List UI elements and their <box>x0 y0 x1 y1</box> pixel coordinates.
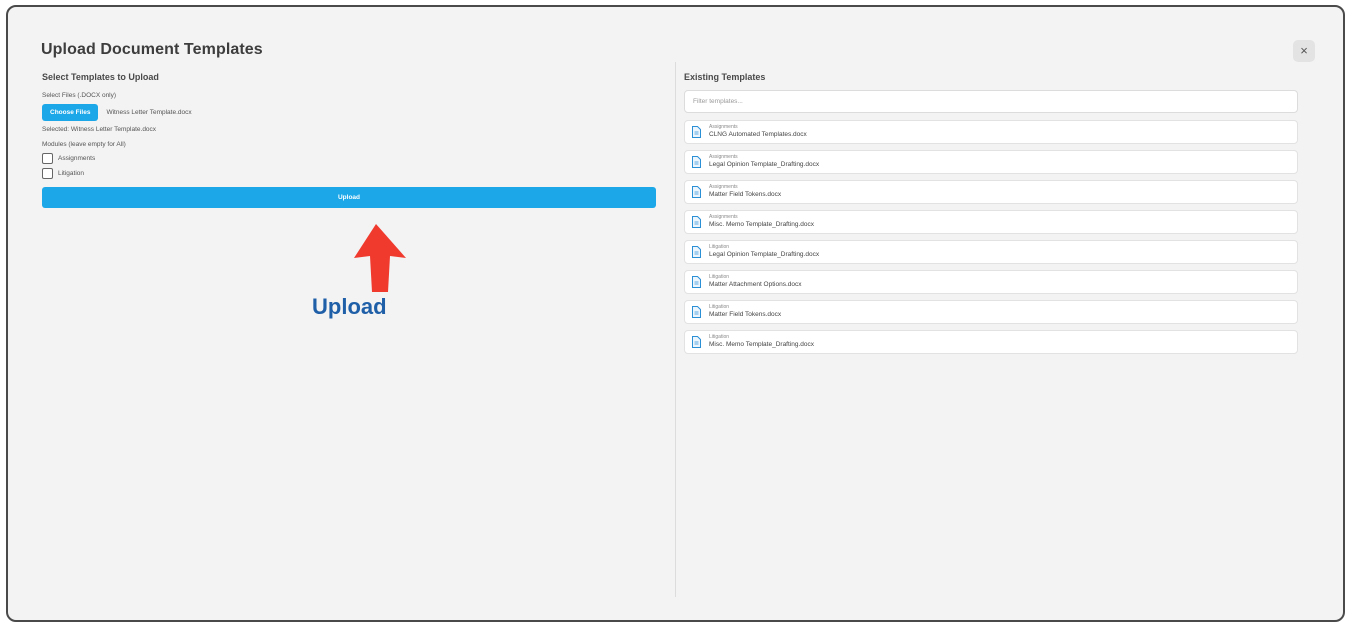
upload-button[interactable]: Upload <box>42 187 656 208</box>
assignments-checkbox-label: Assignments <box>58 155 96 162</box>
document-icon <box>692 306 701 318</box>
template-text: Assignments Matter Field Tokens.docx <box>709 185 781 199</box>
existing-section-title: Existing Templates <box>684 72 766 82</box>
template-name: Legal Opinion Template_Drafting.docx <box>709 161 820 169</box>
annotation-arrow-shape <box>354 224 406 292</box>
upload-pane: Select Templates to Upload Select Files … <box>42 72 656 208</box>
template-module: Litigation <box>709 304 730 311</box>
upload-annotation-label: Upload <box>312 294 387 319</box>
template-name: Legal Opinion Template_Drafting.docx <box>709 251 820 259</box>
existing-templates-pane: Existing Templates Assignments CLNG Auto… <box>684 72 1298 360</box>
document-icon <box>692 186 701 198</box>
template-item[interactable]: Litigation Misc. Memo Template_Drafting.… <box>684 330 1298 354</box>
litigation-checkbox[interactable] <box>42 168 53 179</box>
template-text: Litigation Matter Attachment Options.doc… <box>709 275 802 289</box>
template-name: Matter Attachment Options.docx <box>709 281 802 289</box>
template-item[interactable]: Litigation Legal Opinion Template_Drafti… <box>684 240 1298 264</box>
template-text: Litigation Misc. Memo Template_Drafting.… <box>709 335 814 349</box>
template-module: Litigation <box>709 274 730 281</box>
close-icon: × <box>1300 43 1308 58</box>
template-name: Matter Field Tokens.docx <box>709 311 782 319</box>
module-option-assignments[interactable]: Assignments <box>42 153 656 164</box>
template-text: Assignments CLNG Automated Templates.doc… <box>709 125 807 139</box>
template-module: Litigation <box>709 244 730 251</box>
selected-file-text: Selected: Witness Letter Template.docx <box>42 126 157 133</box>
arrow-up-icon <box>354 224 406 292</box>
chosen-file-name: Witness Letter Template.docx <box>106 109 192 116</box>
document-icon <box>692 126 701 138</box>
template-text: Litigation Matter Field Tokens.docx <box>709 305 781 319</box>
files-label: Select Files (.DOCX only) <box>42 92 117 99</box>
template-module: Assignments <box>709 214 738 221</box>
template-name: Misc. Memo Template_Drafting.docx <box>709 221 815 229</box>
module-option-litigation[interactable]: Litigation <box>42 168 656 179</box>
close-button[interactable]: × <box>1293 40 1315 62</box>
template-text: Assignments Misc. Memo Template_Drafting… <box>709 215 814 229</box>
upload-section-title: Select Templates to Upload <box>42 72 159 82</box>
choose-files-button[interactable]: Choose Files <box>42 104 99 121</box>
document-icon <box>692 156 701 168</box>
document-icon <box>692 336 701 348</box>
document-icon <box>692 216 701 228</box>
litigation-checkbox-label: Litigation <box>58 170 85 177</box>
document-icon <box>692 246 701 258</box>
template-name: Misc. Memo Template_Drafting.docx <box>709 341 815 349</box>
template-module: Assignments <box>709 154 738 161</box>
template-module: Assignments <box>709 124 738 131</box>
pane-divider <box>675 62 676 597</box>
template-item[interactable]: Assignments Matter Field Tokens.docx <box>684 180 1298 204</box>
modules-label: Modules (leave empty for All) <box>42 141 126 148</box>
template-module: Assignments <box>709 184 738 191</box>
template-name: Matter Field Tokens.docx <box>709 191 782 199</box>
template-item[interactable]: Litigation Matter Field Tokens.docx <box>684 300 1298 324</box>
dialog-title: Upload Document Templates <box>41 41 263 58</box>
template-item[interactable]: Litigation Matter Attachment Options.doc… <box>684 270 1298 294</box>
template-text: Litigation Legal Opinion Template_Drafti… <box>709 245 819 259</box>
template-item[interactable]: Assignments CLNG Automated Templates.doc… <box>684 120 1298 144</box>
template-text: Assignments Legal Opinion Template_Draft… <box>709 155 819 169</box>
file-picker: Choose Files Witness Letter Template.doc… <box>42 104 656 121</box>
assignments-checkbox[interactable] <box>42 153 53 164</box>
filter-templates-input[interactable] <box>684 90 1298 113</box>
template-name: CLNG Automated Templates.docx <box>709 131 807 139</box>
document-icon <box>692 276 701 288</box>
template-item[interactable]: Assignments Misc. Memo Template_Drafting… <box>684 210 1298 234</box>
template-module: Litigation <box>709 334 730 341</box>
template-list: Assignments CLNG Automated Templates.doc… <box>684 120 1298 354</box>
template-item[interactable]: Assignments Legal Opinion Template_Draft… <box>684 150 1298 174</box>
